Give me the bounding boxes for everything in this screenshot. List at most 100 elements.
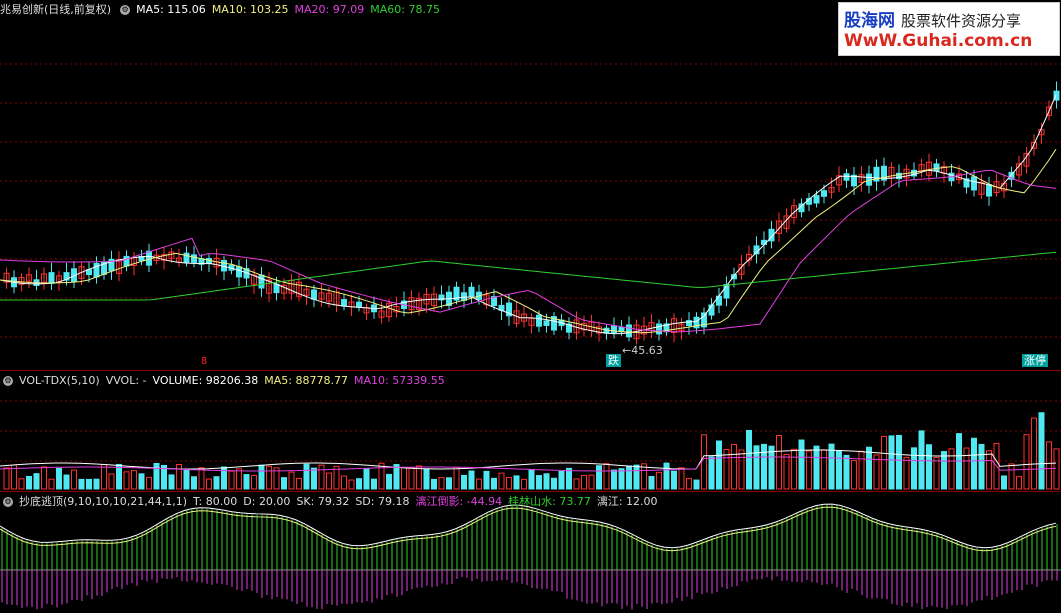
volume-bar	[33, 473, 40, 490]
lijiang-value: 漓江: 12.00	[596, 495, 658, 508]
volume-bar	[393, 463, 400, 490]
volume-bar	[243, 474, 250, 490]
volume-bar	[963, 447, 970, 490]
volume-bar	[866, 446, 872, 490]
candle-body	[123, 255, 130, 267]
indicator-chart[interactable]	[0, 492, 1061, 613]
sd-line	[0, 506, 1057, 552]
volume-bar	[311, 467, 317, 490]
volume-bar	[348, 479, 355, 490]
settings-icon[interactable]: ⚙	[3, 497, 13, 507]
candle-body	[236, 266, 242, 278]
volume-bar	[401, 467, 407, 490]
volume-bar	[1023, 434, 1030, 490]
volume-bar	[806, 450, 812, 490]
stock-title: 兆易创新(日线,前复权)	[0, 3, 112, 16]
volume-bar	[468, 470, 475, 490]
volume-bar	[903, 456, 910, 490]
candle-body	[356, 301, 362, 308]
volume-bar	[761, 443, 767, 490]
volume-bar	[236, 468, 242, 490]
volume-bar	[228, 470, 235, 490]
volume-bar	[506, 476, 512, 490]
t-value: T: 80.00	[193, 495, 238, 508]
candle-body	[468, 286, 475, 298]
volume-bar	[453, 466, 460, 490]
volume-bar	[191, 476, 197, 490]
volume-bar	[858, 450, 865, 490]
volume-bar	[1046, 441, 1052, 490]
candle-body	[813, 195, 820, 204]
volume-bar	[1031, 417, 1037, 490]
volume-bar	[498, 472, 505, 490]
candle-body	[543, 320, 550, 326]
price-panel[interactable]: 兆易创新(日线,前复权) ⚙ MA5: 115.06 MA10: 103.25 MA20…	[0, 0, 1061, 371]
volume-bar	[588, 474, 595, 490]
volume-bar	[731, 443, 737, 490]
volume-bar	[611, 469, 617, 490]
volume-bar	[71, 469, 77, 490]
volume-bar	[416, 465, 422, 490]
d-value: D: 20.00	[243, 495, 291, 508]
volume-bar	[626, 465, 632, 490]
volume-bar	[693, 479, 700, 490]
volume-bar	[363, 468, 370, 490]
ma60-value: MA60: 78.75	[370, 3, 440, 16]
candle-body	[183, 252, 190, 263]
volume-bar	[153, 462, 160, 490]
volume-bar	[528, 469, 535, 490]
volume-value: VOLUME: 98206.38	[152, 374, 259, 387]
volume-bar	[213, 476, 220, 490]
volume-bar	[206, 478, 212, 490]
sd-value: SD: 79.18	[355, 495, 410, 508]
candle-body	[461, 292, 467, 301]
volume-bar	[656, 471, 662, 490]
volume-bar	[423, 468, 430, 490]
volume-bar	[896, 435, 902, 490]
vol-ma5-value: MA5: 88778.77	[264, 374, 348, 387]
volume-bar	[603, 463, 610, 490]
volume-bar	[266, 465, 272, 490]
volume-bar	[378, 462, 385, 490]
volume-bar	[783, 454, 790, 490]
volume-bar	[108, 473, 115, 490]
volume-bar	[941, 451, 947, 490]
volume-bar	[798, 439, 805, 490]
volume-bar	[183, 468, 190, 490]
volume-bar	[386, 473, 392, 490]
volume-bar	[303, 463, 310, 490]
volume-title: VOL-TDX(5,10)	[19, 374, 100, 387]
volume-bar	[341, 475, 347, 490]
sk-value: SK: 79.32	[296, 495, 350, 508]
volume-bar	[551, 477, 557, 490]
settings-icon[interactable]: ⚙	[120, 5, 131, 15]
candle-body	[933, 163, 940, 172]
volume-bar	[791, 448, 797, 490]
volume-bar	[836, 450, 842, 490]
volume-bar	[476, 478, 482, 490]
volume-bar	[648, 476, 655, 490]
volume-panel[interactable]: ⚙ VOL-TDX(5,10) VVOL: - VOLUME: 98206.38 MA5…	[0, 371, 1061, 492]
volume-bar	[888, 435, 895, 490]
volume-bar	[776, 435, 782, 490]
volume-bar	[446, 477, 452, 490]
volume-bar	[746, 429, 752, 490]
volume-bar	[1053, 448, 1060, 490]
volume-bar	[288, 471, 295, 490]
volume-bar	[971, 437, 977, 490]
watermark-logo: 股海网 股票软件资源分享 WwW.Guhai.com.cn	[838, 2, 1060, 56]
lijiang-daoying-value: 漓江倒影: -44.94	[415, 495, 503, 508]
indicator-panel[interactable]: ⚙ 抄底逃顶(9,10,10,10,21,44,1,1) T: 80.00 D: 20…	[0, 492, 1061, 613]
volume-bar	[18, 478, 25, 490]
volume-bar	[93, 478, 100, 490]
volume-chart[interactable]	[0, 371, 1061, 491]
volume-bar	[63, 474, 70, 490]
candle-body	[986, 184, 992, 197]
volume-bar	[521, 478, 527, 490]
volume-bar	[821, 449, 827, 490]
indicator-title: 抄底逃顶(9,10,10,10,21,44,1,1)	[19, 495, 188, 508]
volume-bar	[326, 472, 332, 490]
candle-body	[258, 274, 265, 289]
volume-bar	[3, 467, 10, 490]
settings-icon[interactable]: ⚙	[3, 376, 13, 386]
